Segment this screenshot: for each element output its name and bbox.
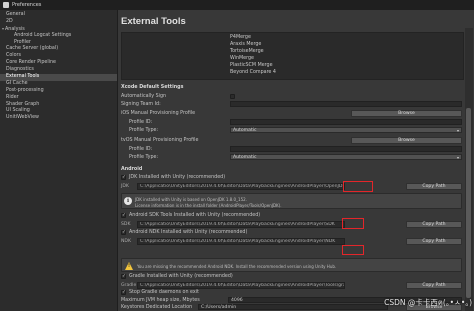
sdk-toggle-label: Android SDK Tools Installed with Unity (… bbox=[129, 213, 261, 218]
ndk-highlight-box bbox=[342, 245, 364, 255]
jdk-info-box: i JDK installed with Unity is based on O… bbox=[121, 193, 462, 209]
page-title: External Tools bbox=[121, 16, 186, 27]
tvos-profile-type-dropdown[interactable]: Automatic bbox=[230, 154, 462, 160]
jdk-toggle-label: JDK Installed with Unity (recommended) bbox=[129, 175, 226, 180]
sidebar-item-external-tools[interactable]: External Tools bbox=[0, 74, 117, 81]
ndk-warning-text: You are missing the recommended Android … bbox=[137, 264, 337, 269]
tvos-profile-id-label: Profile ID: bbox=[129, 147, 153, 152]
list-item[interactable]: Beyond Compare 4 bbox=[230, 70, 276, 75]
gradle-toggle-label: Gradle Installed with Unity (recommended… bbox=[129, 274, 233, 279]
external-tools-panel: External Tools P4Merge Araxis Merge Tort… bbox=[118, 10, 474, 311]
vertical-scrollbar[interactable] bbox=[465, 28, 473, 311]
unity-icon bbox=[3, 2, 9, 8]
sdk-highlight-box bbox=[342, 218, 364, 229]
ndk-toggle-label: Android NDK Installed with Unity (recomm… bbox=[129, 230, 248, 235]
gradle-key-label: Gradle bbox=[121, 283, 137, 288]
xcode-section-header: Xcode Default Settings bbox=[121, 85, 184, 90]
sidebar-item-analysis[interactable]: Analysis bbox=[0, 26, 117, 33]
warning-icon: ! bbox=[125, 262, 133, 270]
gradle-copy-path-button[interactable]: Copy Path bbox=[406, 282, 462, 289]
window-titlebar: Preferences bbox=[0, 0, 474, 10]
csdn-watermark: CSDN @卡卡西ฅ(｡•ㅅ•｡) bbox=[384, 298, 472, 307]
sdk-path-row: SDK C:\Applicatio\UnityEditors\2019.4.6f… bbox=[121, 221, 347, 228]
list-item[interactable]: P4Merge bbox=[230, 35, 251, 40]
signing-team-field[interactable] bbox=[230, 101, 462, 107]
sidebar-item-general[interactable]: General bbox=[0, 12, 117, 19]
info-icon: i bbox=[124, 197, 132, 205]
jdk-path-row: JDK C:\Applicatio\UnityEditors\2019.4.6f… bbox=[121, 183, 347, 190]
ios-profile-type-dropdown[interactable]: Automatic bbox=[230, 127, 462, 133]
jvm-heap-label: Maximum JVM heap size, Mbytes bbox=[121, 298, 200, 303]
auto-sign-checkbox[interactable] bbox=[230, 94, 235, 99]
jdk-key-label: JDK bbox=[121, 184, 129, 189]
list-item[interactable]: PlasticSCM Merge bbox=[230, 63, 273, 68]
list-item[interactable]: Araxis Merge bbox=[230, 42, 261, 47]
android-section-header: Android bbox=[121, 167, 143, 172]
ndk-copy-path-button[interactable]: Copy Path bbox=[406, 238, 462, 245]
sidebar-item-diagnostics[interactable]: Diagnostics bbox=[0, 67, 117, 74]
jdk-info-line2: License information is in the install fo… bbox=[135, 203, 282, 208]
sdk-checkbox[interactable]: ✓ bbox=[121, 213, 126, 218]
gradle-checkbox[interactable]: ✓ bbox=[121, 274, 126, 279]
stop-gradle-checkbox[interactable]: ✓ bbox=[121, 290, 126, 295]
jdk-copy-path-button[interactable]: Copy Path bbox=[406, 183, 462, 190]
tvos-profile-type-label: Profile Type: bbox=[129, 155, 159, 160]
tvos-profile-id-field[interactable] bbox=[230, 146, 462, 152]
keystores-label: Keystores Dedicated Location bbox=[121, 305, 193, 310]
gradle-path-field: C:\Applicatio\UnityEditors\2019.4.6f\Edi… bbox=[137, 282, 345, 289]
ios-profile-id-field[interactable] bbox=[230, 119, 462, 125]
ndk-checkbox[interactable]: ✓ bbox=[121, 230, 126, 235]
sidebar-item-2d[interactable]: 2D bbox=[0, 19, 117, 26]
sidebar-item-post-processing[interactable]: Post-processing bbox=[0, 88, 117, 95]
keystores-path-field[interactable]: C:/Users/admin bbox=[198, 304, 388, 310]
ios-browse-button[interactable]: Browse bbox=[351, 110, 462, 117]
ndk-key-label: NDK bbox=[121, 239, 131, 244]
sdk-copy-path-button[interactable]: Copy Path bbox=[406, 221, 462, 228]
preferences-sidebar: General 2D Analysis Android Logcat Setti… bbox=[0, 10, 118, 311]
tvos-browse-button[interactable]: Browse bbox=[351, 137, 462, 144]
list-item[interactable]: WinMerge bbox=[230, 56, 254, 61]
sidebar-item-android-logcat[interactable]: Android Logcat Settings bbox=[0, 33, 117, 40]
signing-team-label: Signing Team Id: bbox=[121, 102, 161, 107]
scrollbar-thumb[interactable] bbox=[466, 108, 471, 298]
sidebar-item-gi-cache[interactable]: GI Cache bbox=[0, 81, 117, 88]
jdk-highlight-box bbox=[343, 181, 373, 192]
sidebar-item-uniwebview[interactable]: UnitiWebView bbox=[0, 115, 117, 122]
stop-gradle-label: Stop Gradle daemons on exit bbox=[129, 290, 199, 295]
sidebar-item-rider[interactable]: Rider bbox=[0, 95, 117, 102]
ndk-path-row: NDK C:\Applicatio\UnityEditors\2019.4.6f… bbox=[121, 238, 347, 245]
ndk-path-field: C:\Applicatio\UnityEditors\2019.4.6f\Edi… bbox=[137, 238, 345, 245]
auto-sign-label: Automatically Sign bbox=[121, 94, 167, 99]
sdk-path-field: C:\Applicatio\UnityEditors\2019.4.6f\Edi… bbox=[137, 221, 345, 228]
ios-profile-type-label: Profile Type: bbox=[129, 128, 159, 133]
jdk-info-line1: JDK installed with Unity is based on Ope… bbox=[135, 197, 247, 202]
diff-tool-list[interactable]: P4Merge Araxis Merge TortoiseMerge WinMe… bbox=[121, 32, 464, 80]
ios-profile-label: iOS Manual Provisioning Profile bbox=[121, 111, 196, 116]
gradle-path-row: Gradle C:\Applicatio\UnityEditors\2019.4… bbox=[121, 282, 347, 289]
ios-profile-id-label: Profile ID: bbox=[129, 120, 153, 125]
sdk-key-label: SDK bbox=[121, 222, 131, 227]
jdk-checkbox[interactable]: ✓ bbox=[121, 175, 126, 180]
window-title: Preferences bbox=[12, 2, 42, 8]
list-item[interactable]: TortoiseMerge bbox=[230, 49, 264, 54]
jdk-path-field: C:\Applicatio\UnityEditors\2019.4.6f\Edi… bbox=[137, 183, 345, 190]
ndk-warning-box: ! You are missing the recommended Androi… bbox=[121, 258, 462, 272]
tvos-profile-label: tvOS Manual Provisioning Profile bbox=[121, 138, 199, 143]
